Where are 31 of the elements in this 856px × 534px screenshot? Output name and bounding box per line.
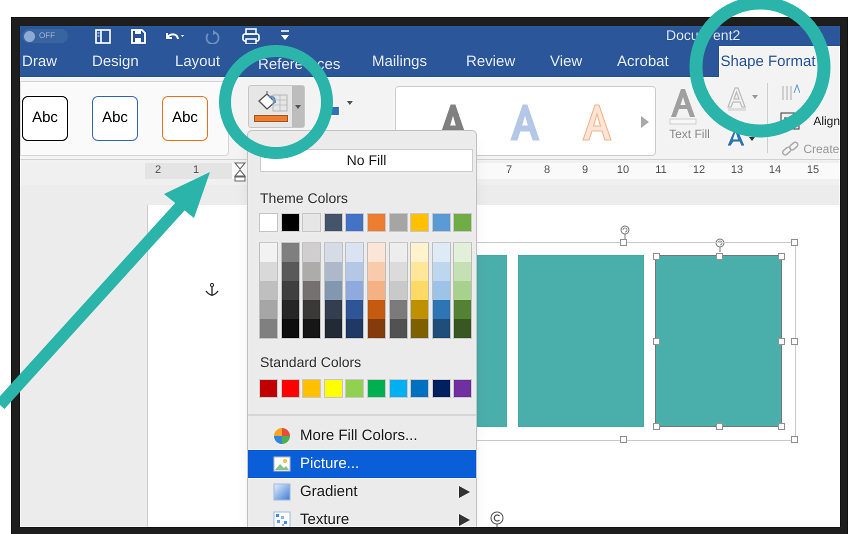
section-heading: Theme Colors (260, 189, 348, 208)
ruler-number: 9 (580, 163, 590, 177)
ribbon-tab[interactable]: Draw (20, 46, 90, 77)
ruler-number: 15 (806, 163, 820, 177)
ruler-number: 14 (768, 163, 782, 177)
menu-item[interactable]: Gradient (248, 478, 476, 506)
ruler-number: 11 (654, 163, 668, 177)
shape-style-preset[interactable]: Abc (92, 96, 138, 141)
menu-item[interactable]: Texture (248, 506, 476, 527)
menu-item[interactable]: Picture... (248, 450, 476, 478)
ribbon-tab[interactable]: Layout (173, 46, 256, 77)
ribbon-tab[interactable]: Mailings (370, 46, 464, 77)
shape-style-preset[interactable]: Abc (162, 96, 208, 141)
ruler-number: 2 (154, 163, 162, 177)
section-heading: Standard Colors (260, 353, 362, 372)
window-title: ent2 (713, 28, 740, 42)
ruler-number: 10 (616, 163, 630, 177)
ruler-number: 7 (504, 163, 514, 177)
menu-item[interactable]: More Fill Colors... (248, 422, 476, 450)
ribbon-tab[interactable]: View (548, 46, 615, 77)
ruler-number: 8 (542, 163, 552, 177)
ribbon-tab[interactable]: Design (90, 46, 173, 77)
ribbon-command[interactable]: Align (813, 112, 840, 130)
ruler-number: 13 (730, 163, 744, 177)
no-fill-button[interactable]: No Fill (260, 149, 473, 172)
ribbon-tab[interactable]: Review (464, 46, 548, 77)
ruler-number: 12 (692, 163, 706, 177)
ruler-number: 1 (192, 163, 200, 177)
text-fill-label: Text Fill (669, 128, 710, 140)
ribbon-tab[interactable]: Acrobat (615, 46, 709, 77)
shape-style-preset[interactable]: Abc (22, 96, 68, 141)
